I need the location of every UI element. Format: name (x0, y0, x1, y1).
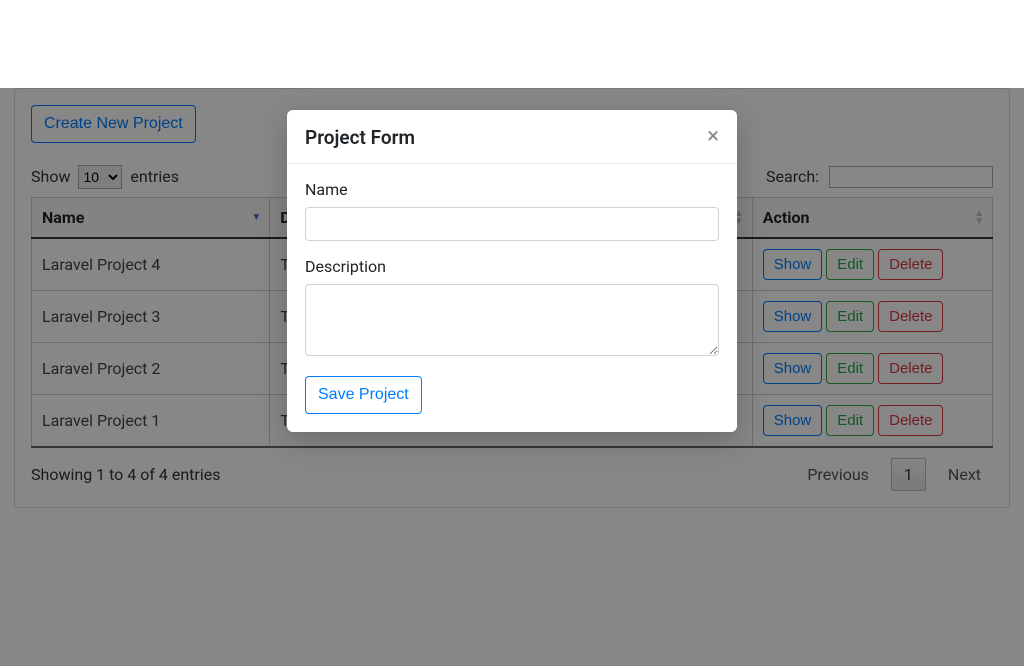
modal-body: Name Description Save Project (287, 164, 737, 432)
name-label: Name (305, 180, 719, 199)
name-input[interactable] (305, 207, 719, 241)
modal-title: Project Form (305, 126, 415, 149)
form-group-description: Description (305, 257, 719, 360)
modal-header: Project Form × (287, 110, 737, 164)
save-project-button[interactable]: Save Project (305, 376, 422, 414)
description-textarea[interactable] (305, 284, 719, 356)
form-group-name: Name (305, 180, 719, 241)
description-label: Description (305, 257, 719, 276)
project-form-modal: Project Form × Name Description Save Pro… (287, 110, 737, 432)
close-icon[interactable]: × (707, 126, 719, 148)
